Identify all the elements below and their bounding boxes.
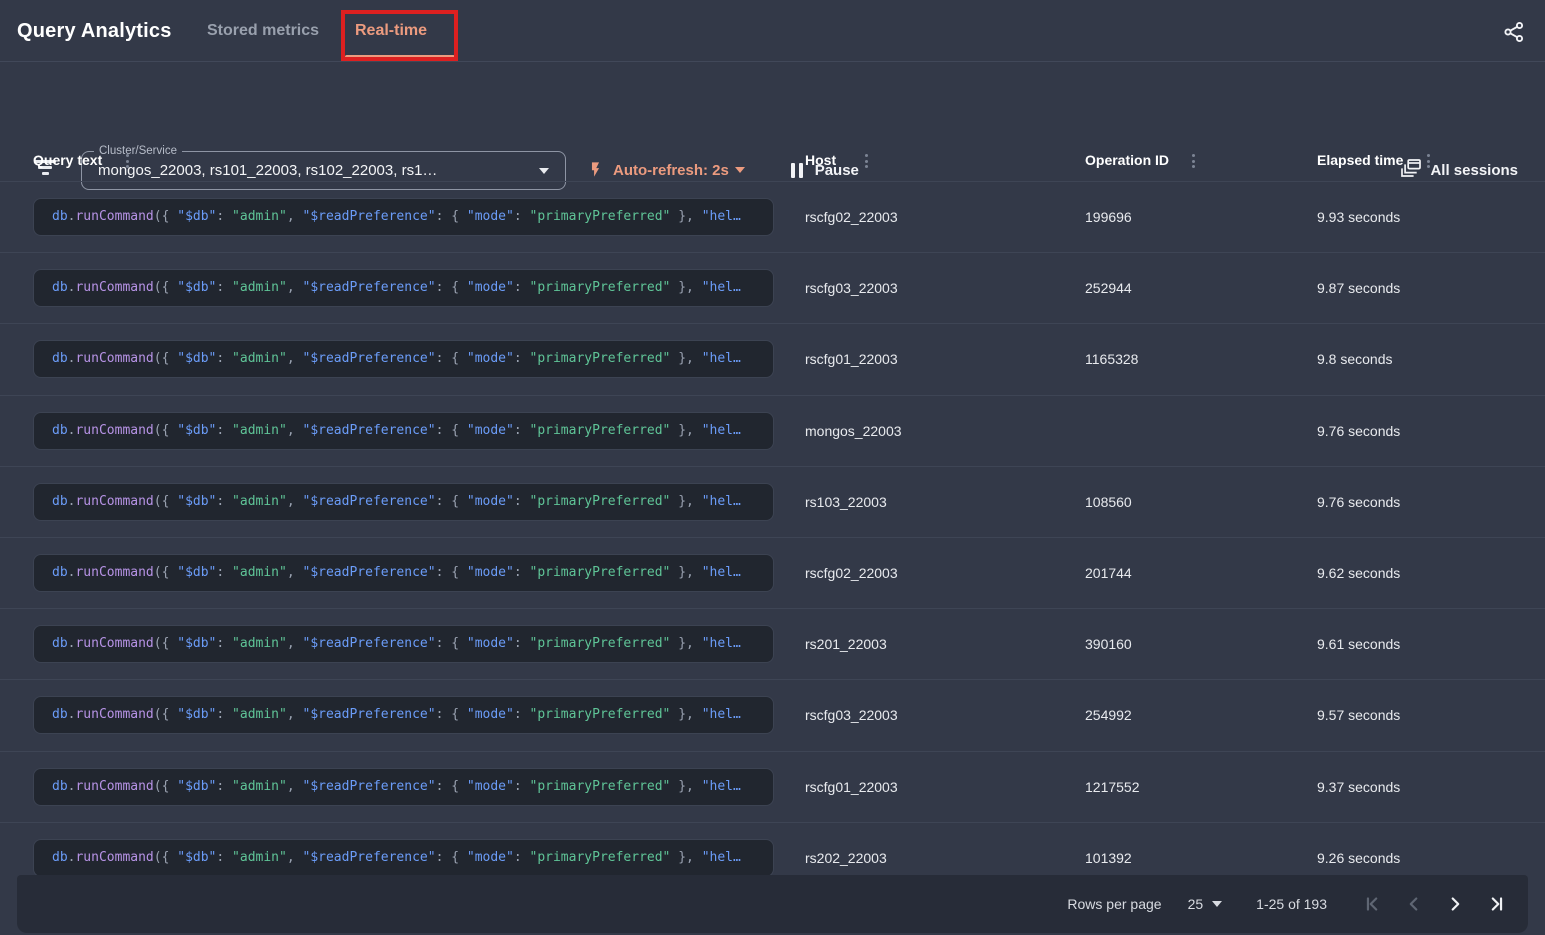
share-icon <box>1502 31 1526 48</box>
tab-real-time[interactable]: Real-time <box>355 0 427 62</box>
previous-page-button[interactable] <box>1402 892 1426 916</box>
last-page-button[interactable] <box>1484 892 1508 916</box>
elapsed-time-cell: 9.87 seconds <box>1317 253 1400 324</box>
host-cell: rs201_22003 <box>805 609 887 680</box>
operation-id-cell: 254992 <box>1085 680 1132 751</box>
operation-id-cell: 199696 <box>1085 182 1132 253</box>
query-code[interactable]: db.runCommand({ "$db": "admin", "$readPr… <box>33 269 774 307</box>
host-cell: rscfg03_22003 <box>805 680 898 751</box>
host-cell: rs103_22003 <box>805 467 887 538</box>
table-row: db.runCommand({ "$db": "admin", "$readPr… <box>0 608 1545 679</box>
host-cell: rscfg01_22003 <box>805 324 898 395</box>
operation-id-cell: 108560 <box>1085 467 1132 538</box>
next-page-button[interactable] <box>1443 892 1467 916</box>
rows-per-page-value: 25 <box>1188 896 1204 912</box>
operation-id-cell: 1165328 <box>1085 324 1138 395</box>
table-body: db.runCommand({ "$db": "admin", "$readPr… <box>0 181 1545 893</box>
query-code[interactable]: db.runCommand({ "$db": "admin", "$readPr… <box>33 412 774 450</box>
pagination-bar: Rows per page 25 1-25 of 193 <box>17 875 1528 933</box>
elapsed-time-cell: 9.76 seconds <box>1317 396 1400 467</box>
table-row: db.runCommand({ "$db": "admin", "$readPr… <box>0 252 1545 323</box>
host-cell: rscfg01_22003 <box>805 752 898 823</box>
app-header: Query Analytics Stored metrics Real-time <box>0 0 1545 62</box>
table-row: db.runCommand({ "$db": "admin", "$readPr… <box>0 395 1545 466</box>
first-page-icon <box>1362 893 1384 915</box>
tab-stored-metrics[interactable]: Stored metrics <box>207 0 319 62</box>
operation-id-cell: 390160 <box>1085 609 1132 680</box>
query-code[interactable]: db.runCommand({ "$db": "admin", "$readPr… <box>33 768 774 806</box>
page-title: Query Analytics <box>17 0 172 62</box>
column-header-operation-id[interactable]: Operation ID <box>1085 140 1169 181</box>
operation-id-cell: 252944 <box>1085 253 1132 324</box>
table-row: db.runCommand({ "$db": "admin", "$readPr… <box>0 323 1545 394</box>
elapsed-time-cell: 9.37 seconds <box>1317 752 1400 823</box>
host-column-menu-icon[interactable] <box>861 154 871 168</box>
chevron-left-icon <box>1403 893 1425 915</box>
first-page-button[interactable] <box>1361 892 1385 916</box>
elapsed-time-column-menu-icon[interactable] <box>1423 154 1433 168</box>
elapsed-time-cell: 9.57 seconds <box>1317 680 1400 751</box>
query-code[interactable]: db.runCommand({ "$db": "admin", "$readPr… <box>33 483 774 521</box>
pagination-range-label: 1-25 of 193 <box>1256 896 1327 912</box>
elapsed-time-cell: 9.61 seconds <box>1317 609 1400 680</box>
table-row: db.runCommand({ "$db": "admin", "$readPr… <box>0 181 1545 252</box>
table-row: db.runCommand({ "$db": "admin", "$readPr… <box>0 537 1545 608</box>
share-button[interactable] <box>1502 20 1526 44</box>
elapsed-time-cell: 9.93 seconds <box>1317 182 1400 253</box>
query-code[interactable]: db.runCommand({ "$db": "admin", "$readPr… <box>33 554 774 592</box>
operation-id-column-menu-icon[interactable] <box>1188 154 1198 168</box>
active-tab-underline <box>345 55 455 59</box>
query-code[interactable]: db.runCommand({ "$db": "admin", "$readPr… <box>33 340 774 378</box>
last-page-icon <box>1485 893 1507 915</box>
table-header: Query text Host Operation ID Elapsed tim… <box>0 140 1545 181</box>
chevron-right-icon <box>1444 893 1466 915</box>
elapsed-time-cell: 9.76 seconds <box>1317 467 1400 538</box>
operation-id-cell: 201744 <box>1085 538 1132 609</box>
query-code[interactable]: db.runCommand({ "$db": "admin", "$readPr… <box>33 625 774 663</box>
elapsed-time-cell: 9.8 seconds <box>1317 324 1393 395</box>
query-code[interactable]: db.runCommand({ "$db": "admin", "$readPr… <box>33 696 774 734</box>
host-cell: mongos_22003 <box>805 396 902 467</box>
column-header-host[interactable]: Host <box>805 140 836 181</box>
column-header-query-text[interactable]: Query text <box>33 140 102 181</box>
elapsed-time-cell: 9.62 seconds <box>1317 538 1400 609</box>
rows-per-page-select[interactable]: 25 <box>1188 896 1223 912</box>
query-code[interactable]: db.runCommand({ "$db": "admin", "$readPr… <box>33 839 774 877</box>
host-cell: rscfg02_22003 <box>805 538 898 609</box>
rows-per-page-label: Rows per page <box>1067 896 1161 912</box>
query-analytics-app: Query Analytics Stored metrics Real-time… <box>0 0 1545 935</box>
toolbar: Cluster/Service mongos_22003, rs101_2200… <box>0 63 1545 140</box>
table-row: db.runCommand({ "$db": "admin", "$readPr… <box>0 679 1545 750</box>
table-row: db.runCommand({ "$db": "admin", "$readPr… <box>0 751 1545 822</box>
host-cell: rscfg02_22003 <box>805 182 898 253</box>
query-text-column-menu-icon[interactable] <box>122 154 132 168</box>
host-cell: rscfg03_22003 <box>805 253 898 324</box>
operation-id-cell: 1217552 <box>1085 752 1140 823</box>
rows-per-page-chevron-down-icon <box>1212 901 1222 907</box>
column-header-elapsed-time[interactable]: Elapsed time <box>1317 140 1403 181</box>
query-code[interactable]: db.runCommand({ "$db": "admin", "$readPr… <box>33 198 774 236</box>
table-row: db.runCommand({ "$db": "admin", "$readPr… <box>0 466 1545 537</box>
